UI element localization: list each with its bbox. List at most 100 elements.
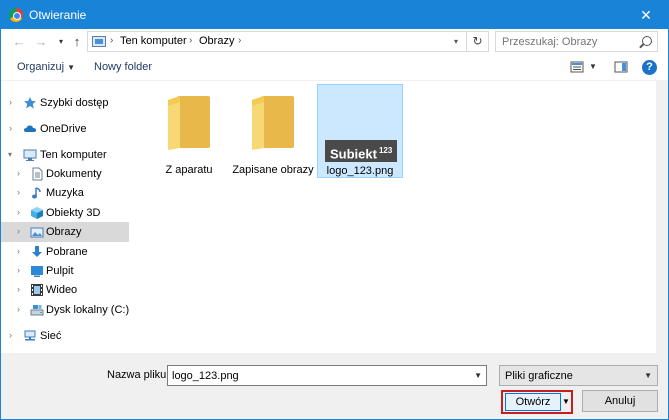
- network-icon: [24, 330, 36, 341]
- chevron-right-icon[interactable]: ›: [17, 168, 20, 178]
- video-icon: [31, 284, 43, 296]
- chevron-right-icon[interactable]: ›: [9, 123, 12, 133]
- breadcrumb-this-pc[interactable]: Ten komputer: [120, 35, 187, 47]
- star-icon: [24, 97, 36, 109]
- open-file-dialog: Otwieranie ✕ ← → ▾ ↑ › Ten komputer › Ob…: [0, 0, 669, 420]
- file-item-image-selected[interactable]: Subiekt 123 logo_123.png: [317, 84, 403, 178]
- nav-item-quick-access[interactable]: › Szybki dostęp: [1, 93, 129, 113]
- recent-locations-chevron-icon[interactable]: ▾: [53, 33, 69, 51]
- chevron-right-icon[interactable]: ›: [9, 97, 12, 107]
- folder-icon: [252, 96, 294, 150]
- chevron-right-icon[interactable]: ›: [17, 246, 20, 256]
- refresh-icon: ↻: [472, 34, 483, 48]
- file-label: Zapisane obrazy: [232, 164, 314, 176]
- file-label: logo_123.png: [326, 165, 394, 177]
- search-icon[interactable]: [642, 36, 652, 46]
- refresh-button[interactable]: ↻: [467, 31, 489, 52]
- organize-menu-button[interactable]: Organizuj ▼: [17, 61, 75, 73]
- dialog-footer: Nazwa pliku: ▼ Pliki graficzne ▼ Otwórz …: [1, 353, 668, 419]
- new-folder-button[interactable]: Nowy folder: [94, 61, 152, 73]
- chevron-down-icon[interactable]: ▼: [474, 371, 482, 380]
- nav-item-videos[interactable]: › Wideo: [1, 280, 129, 300]
- thumbnail-text: Subiekt: [330, 146, 377, 162]
- close-button[interactable]: ✕: [624, 1, 668, 29]
- nav-item-desktop[interactable]: › Pulpit: [1, 261, 129, 281]
- help-icon[interactable]: ?: [642, 60, 657, 75]
- drive-icon: [30, 305, 44, 316]
- nav-label: Pobrane: [46, 246, 88, 258]
- image-thumbnail: Subiekt 123: [325, 140, 397, 162]
- nav-item-3d-objects[interactable]: › Obiekty 3D: [1, 203, 129, 223]
- chevron-right-icon[interactable]: ›: [17, 304, 20, 314]
- nav-label: OneDrive: [40, 123, 87, 135]
- nav-label: Ten komputer: [40, 149, 107, 161]
- filename-input[interactable]: [168, 366, 468, 385]
- pictures-icon: [30, 227, 44, 238]
- open-button[interactable]: Otwórz: [505, 393, 561, 411]
- preview-pane-icon[interactable]: [614, 61, 628, 73]
- nav-label: Obrazy: [46, 226, 82, 238]
- nav-item-downloads[interactable]: › Pobrane: [1, 242, 129, 262]
- search-box[interactable]: [495, 31, 658, 52]
- nav-label: Dysk lokalny (C:): [46, 304, 130, 316]
- up-arrow-icon[interactable]: ↑: [69, 33, 85, 51]
- nav-label: Muzyka: [46, 187, 84, 199]
- view-dropdown-icon[interactable]: ▼: [589, 62, 597, 71]
- file-label: Z aparatu: [165, 164, 213, 176]
- title-bar[interactable]: Otwieranie ✕: [1, 1, 668, 29]
- search-input[interactable]: [496, 32, 636, 51]
- nav-item-this-pc[interactable]: ▾ Ten komputer: [1, 145, 129, 165]
- filename-combobox[interactable]: ▼: [167, 365, 487, 386]
- filetype-select[interactable]: Pliki graficzne ▼: [499, 365, 658, 386]
- vertical-scrollbar[interactable]: [656, 81, 668, 353]
- view-options-icon[interactable]: [570, 61, 584, 73]
- nav-item-pictures[interactable]: › Obrazy: [1, 222, 129, 242]
- chevron-right-icon[interactable]: ›: [17, 265, 20, 275]
- folder-icon: [168, 96, 210, 150]
- breadcrumb-pictures[interactable]: Obrazy: [199, 35, 234, 47]
- chevron-right-icon[interactable]: ›: [9, 330, 12, 340]
- nav-item-network[interactable]: › Sieć: [1, 326, 129, 346]
- chevron-right-icon[interactable]: ›: [17, 207, 20, 217]
- documents-icon: [32, 167, 43, 181]
- nav-label: Sieć: [40, 330, 62, 342]
- navigation-pane: › Szybki dostęp › OneDrive ▾ Ten kompute…: [1, 81, 129, 353]
- chevron-down-icon: ▼: [67, 63, 75, 72]
- breadcrumb-separator-icon[interactable]: ›: [238, 35, 241, 46]
- pictures-folder-icon: [92, 36, 106, 47]
- nav-label: Dokumenty: [46, 168, 102, 180]
- chevron-right-icon[interactable]: ›: [17, 226, 20, 236]
- chevron-right-icon[interactable]: ›: [17, 284, 20, 294]
- open-split-dropdown-icon[interactable]: ▼: [562, 393, 570, 411]
- breadcrumb-separator-icon[interactable]: ›: [110, 35, 113, 46]
- desktop-icon: [31, 266, 43, 277]
- chevron-down-icon[interactable]: ▾: [8, 150, 12, 159]
- address-dropdown-icon[interactable]: ▾: [454, 37, 458, 46]
- music-icon: [32, 187, 41, 199]
- nav-label: Obiekty 3D: [46, 207, 101, 219]
- nav-label: Szybki dostęp: [40, 97, 109, 109]
- chevron-down-icon: ▼: [644, 371, 652, 380]
- forward-arrow-icon[interactable]: →: [33, 33, 49, 51]
- back-arrow-icon[interactable]: ←: [11, 33, 27, 51]
- organize-label: Organizuj: [17, 61, 65, 73]
- address-bar[interactable]: › Ten komputer › Obrazy › ▾: [87, 31, 467, 52]
- file-list: Z aparatu Zapisane obrazy Subiekt 123 log…: [129, 81, 668, 353]
- cancel-button[interactable]: Anuluj: [582, 390, 658, 412]
- open-button-highlight: Otwórz ▼: [501, 390, 573, 414]
- computer-icon: [23, 149, 37, 161]
- address-row: ← → ▾ ↑ › Ten komputer › Obrazy › ▾ ↻: [1, 29, 668, 55]
- nav-item-local-disk[interactable]: › Dysk lokalny (C:): [1, 300, 129, 320]
- nav-item-onedrive[interactable]: › OneDrive: [1, 119, 129, 139]
- file-item-folder[interactable]: Zapisane obrazy: [230, 84, 316, 178]
- nav-item-documents[interactable]: › Dokumenty: [1, 164, 129, 184]
- window-title: Otwieranie: [29, 8, 87, 22]
- nav-label: Pulpit: [46, 265, 74, 277]
- file-item-folder[interactable]: Z aparatu: [146, 84, 232, 178]
- breadcrumb-separator-icon[interactable]: ›: [189, 35, 192, 46]
- nav-label: Wideo: [46, 284, 78, 296]
- chevron-right-icon[interactable]: ›: [17, 187, 20, 197]
- thumbnail-superscript: 123: [378, 146, 393, 155]
- nav-item-music[interactable]: › Muzyka: [1, 183, 129, 203]
- filetype-value: Pliki graficzne: [505, 370, 573, 382]
